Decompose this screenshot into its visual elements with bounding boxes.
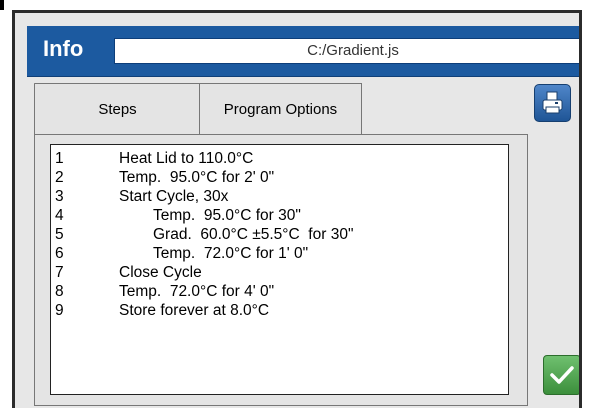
step-number: 2 bbox=[55, 169, 64, 186]
step-number: 8 bbox=[55, 283, 64, 300]
checkmark-icon bbox=[550, 366, 574, 384]
steps-list[interactable]: 1 Heat Lid to 110.0°C 2 Temp. 95.0°C for 2'… bbox=[50, 144, 509, 395]
step-text: Temp. 95.0°C for 2' 0" bbox=[119, 169, 275, 186]
step-text: Temp. 95.0°C for 30" bbox=[153, 207, 301, 224]
step-row[interactable]: 4 Temp. 95.0°C for 30" bbox=[51, 206, 506, 225]
step-text: Temp. 72.0°C for 1' 0" bbox=[153, 245, 309, 262]
step-number: 1 bbox=[55, 150, 64, 167]
step-number: 3 bbox=[55, 188, 64, 205]
step-text: Grad. 60.0°C ±5.5°C for 30" bbox=[153, 226, 354, 243]
ok-button[interactable] bbox=[543, 355, 579, 395]
print-button[interactable] bbox=[534, 84, 571, 122]
file-path-field: C:/Gradient.js bbox=[114, 38, 579, 64]
printer-icon bbox=[542, 91, 563, 114]
step-text: Store forever at 8.0°C bbox=[119, 302, 270, 319]
step-number: 9 bbox=[55, 302, 64, 319]
corner-mark bbox=[0, 0, 4, 10]
info-window: Info C:/Gradient.js Steps Program Option… bbox=[12, 10, 582, 408]
step-row[interactable]: 3 Start Cycle, 30x bbox=[51, 187, 506, 206]
tab-program-options-label: Program Options bbox=[223, 101, 338, 118]
step-text: Close Cycle bbox=[119, 264, 202, 281]
header-bar: Info C:/Gradient.js bbox=[27, 26, 579, 77]
step-row[interactable]: 8 Temp. 72.0°C for 4' 0" bbox=[51, 282, 506, 301]
step-row[interactable]: 1 Heat Lid to 110.0°C bbox=[51, 149, 506, 168]
step-number: 7 bbox=[55, 264, 64, 281]
step-row[interactable]: 9 Store forever at 8.0°C bbox=[51, 301, 506, 320]
step-number: 5 bbox=[55, 226, 64, 243]
step-text: Start Cycle, 30x bbox=[119, 188, 229, 205]
step-text: Temp. 72.0°C for 4' 0" bbox=[119, 283, 275, 300]
step-number: 6 bbox=[55, 245, 64, 262]
step-row[interactable]: 5 Grad. 60.0°C ±5.5°C for 30" bbox=[51, 225, 506, 244]
tab-steps[interactable]: Steps bbox=[34, 83, 200, 135]
step-row[interactable]: 2 Temp. 95.0°C for 2' 0" bbox=[51, 168, 506, 187]
step-row[interactable]: 6 Temp. 72.0°C for 1' 0" bbox=[51, 244, 506, 263]
tab-steps-label: Steps bbox=[98, 101, 137, 118]
page-title: Info bbox=[43, 36, 84, 61]
step-number: 4 bbox=[55, 207, 64, 224]
tab-program-options[interactable]: Program Options bbox=[199, 83, 362, 135]
step-row[interactable]: 7 Close Cycle bbox=[51, 263, 506, 282]
step-text: Heat Lid to 110.0°C bbox=[119, 150, 254, 167]
